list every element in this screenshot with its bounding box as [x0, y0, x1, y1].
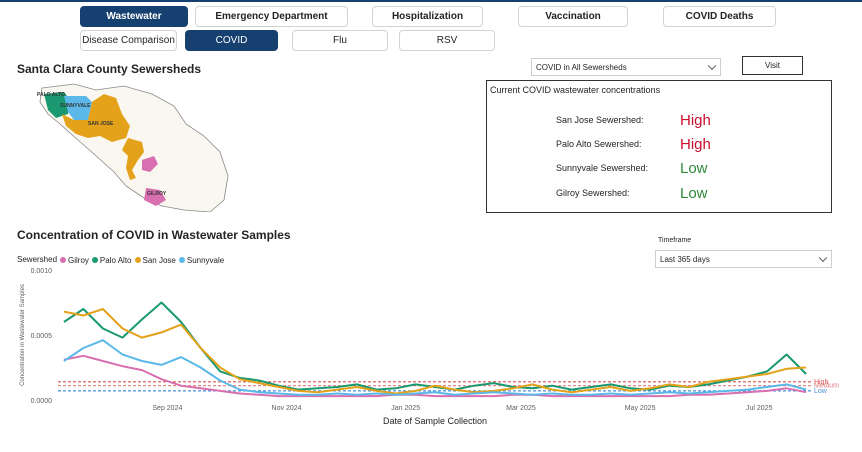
sewershed-level-value: Low [680, 160, 708, 177]
sewershed-dropdown-value: COVID in All Sewersheds [536, 62, 627, 72]
series-line-gilroy [63, 354, 807, 398]
tab-emergency-department[interactable]: Emergency Department [195, 6, 348, 27]
sewershed-level-value: High [680, 112, 711, 129]
threshold-label-low: Low [814, 388, 828, 395]
sewershed-row-label: Palo Alto Sewershed: [556, 139, 642, 149]
chevron-down-icon [818, 253, 828, 263]
concentration-line-chart: 0.0000 0.0005 0.0010 Concentration in Waste… [20, 268, 839, 426]
x-axis-label: Date of Sample Collection [383, 416, 487, 426]
tab-vaccination[interactable]: Vaccination [518, 6, 628, 27]
sewershed-level-value: High [680, 136, 711, 153]
map-label-san-jose: SAN JOSE [88, 121, 114, 127]
tab-disease-comparison[interactable]: Disease Comparison [80, 30, 177, 51]
series-line-san-jose [63, 308, 807, 395]
tab-hospitalization[interactable]: Hospitalization [372, 6, 483, 27]
chevron-down-icon [707, 61, 717, 71]
x-tick-label: Sep 2024 [152, 405, 182, 412]
chart-title: Concentration of COVID in Wastewater Sam… [17, 228, 291, 242]
x-tick-label: May 2025 [625, 405, 656, 412]
x-tick-label: Jan 2025 [391, 405, 420, 412]
map-title: Santa Clara County Sewersheds [17, 62, 202, 76]
x-tick-label: Mar 2025 [506, 405, 536, 412]
sewershed-dropdown[interactable]: COVID in All Sewersheds [531, 58, 721, 76]
sewershed-map[interactable]: PALO ALTO SUNNYVALE SAN JOSE GILROY [34, 80, 234, 212]
map-label-sunnyvale: SUNNYVALE [60, 103, 91, 109]
sewershed-row-label: Sunnyvale Sewershed: [556, 163, 649, 173]
timeframe-label: Timeframe [658, 237, 692, 244]
series-line-palo-alto [63, 301, 807, 391]
current-levels-panel: Current COVID wastewater concentrations … [486, 80, 832, 213]
sewershed-row-label: Gilroy Sewershed: [556, 188, 630, 198]
x-tick-label: Jul 2025 [746, 405, 773, 412]
map-label-gilroy: GILROY [147, 191, 167, 197]
tab-rsv[interactable]: RSV [399, 30, 495, 51]
sewershed-level-value: Low [680, 185, 708, 202]
tab-flu[interactable]: Flu [292, 30, 388, 51]
map-label-palo-alto: PALO ALTO [37, 92, 65, 98]
tab-covid-deaths[interactable]: COVID Deaths [663, 6, 776, 27]
tab-covid[interactable]: COVID [185, 30, 278, 51]
sewershed-row-label: San Jose Sewershed: [556, 115, 644, 125]
tab-wastewater[interactable]: Wastewater [80, 6, 188, 27]
visit-button[interactable]: Visit [742, 56, 803, 75]
y-tick-label: 0.0000 [31, 398, 53, 405]
y-tick-label: 0.0010 [31, 268, 53, 275]
y-axis-label: Concentration in Wastewater Samples [20, 284, 26, 386]
x-tick-label: Nov 2024 [272, 405, 302, 412]
y-tick-label: 0.0005 [31, 333, 53, 340]
current-levels-title: Current COVID wastewater concentrations [490, 85, 661, 95]
top-accent-bar [0, 0, 862, 2]
